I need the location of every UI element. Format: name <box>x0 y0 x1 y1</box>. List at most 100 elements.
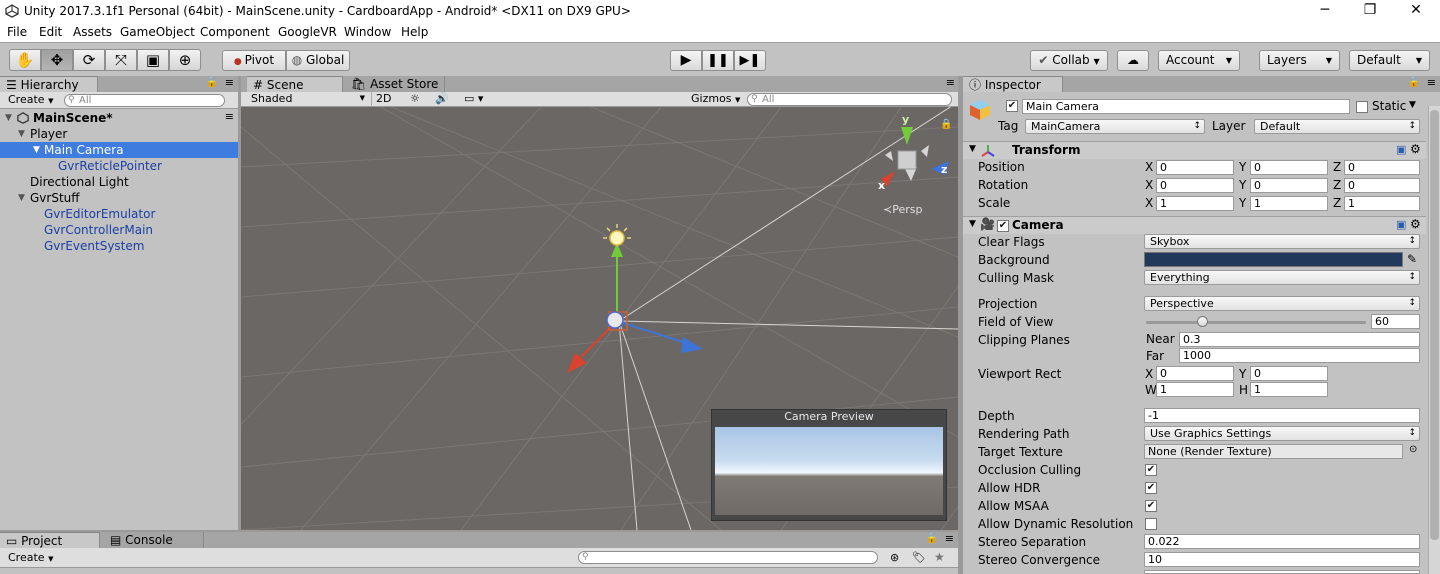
inspector-scrollbar[interactable] <box>1428 106 1440 574</box>
move-tool-icon[interactable]: ✥ <box>41 49 73 71</box>
menu-gameobject[interactable]: GameObject <box>120 25 195 39</box>
gear-icon[interactable]: ⚙ <box>1410 142 1421 156</box>
expand-arrow-icon[interactable]: ▼ <box>18 190 25 206</box>
gear-icon[interactable]: ⚙ <box>1410 217 1421 231</box>
allow-msaa-checkbox[interactable]: ✔ <box>1145 500 1157 512</box>
step-button[interactable]: ▶❚ <box>734 50 766 71</box>
static-dropdown-icon[interactable]: ▼ <box>1409 100 1416 110</box>
lock-icon[interactable]: 🔒 <box>1408 77 1420 88</box>
rotation-x-field[interactable]: 0 <box>1156 178 1234 193</box>
rotation-y-field[interactable]: 0 <box>1250 178 1328 193</box>
play-button[interactable]: ▶ <box>670 50 702 71</box>
scene-search-input[interactable]: ⚲ All <box>747 93 952 106</box>
menu-googlevr[interactable]: GoogleVR <box>278 25 337 39</box>
project-search-input[interactable]: ⚲ <box>578 551 878 564</box>
allow-hdr-checkbox[interactable]: ✔ <box>1145 482 1157 494</box>
minimize-button[interactable]: ─ <box>1302 0 1348 22</box>
lock-icon[interactable]: 🔒 <box>926 533 938 544</box>
viewport-h-field[interactable]: 1 <box>1250 382 1328 397</box>
tab-hierarchy[interactable]: ☰ Hierarchy <box>0 76 98 92</box>
scene-menu-icon[interactable]: ≡ <box>225 110 234 123</box>
cloud-button[interactable]: ☁ <box>1117 50 1149 71</box>
pause-button[interactable]: ❚❚ <box>702 50 734 71</box>
object-picker-icon[interactable]: ⊙ <box>1409 444 1417 455</box>
hierarchy-item-directional-light[interactable]: Directional Light <box>0 174 238 190</box>
pivot-button[interactable]: ● Pivot <box>222 50 286 71</box>
position-x-field[interactable]: 0 <box>1156 160 1234 175</box>
viewport-y-field[interactable]: 0 <box>1250 366 1328 381</box>
static-checkbox[interactable] <box>1356 101 1368 113</box>
audio-toggle-icon[interactable]: 🔊 <box>431 92 453 107</box>
expand-arrow-icon[interactable]: ▼ <box>33 142 40 158</box>
scene-view[interactable]: y z x 🔒 ≺Persp Camera Preview <box>241 107 958 530</box>
scrollbar-thumb[interactable] <box>1430 110 1439 540</box>
rotation-z-field[interactable]: 0 <box>1344 178 1420 193</box>
occlusion-culling-checkbox[interactable]: ✔ <box>1145 464 1157 476</box>
expand-arrow-icon[interactable]: ▼ <box>18 126 25 142</box>
rendering-path-dropdown[interactable]: Use Graphics Settings <box>1144 426 1420 441</box>
menu-assets[interactable]: Assets <box>73 25 112 39</box>
restore-button[interactable]: ❐ <box>1347 0 1393 22</box>
tab-project[interactable]: ▭ Project <box>0 532 100 548</box>
stereo-convergence-field[interactable]: 10 <box>1144 552 1420 567</box>
close-button[interactable]: ✕ <box>1393 0 1439 22</box>
global-button[interactable]: ◍ Global <box>286 50 350 71</box>
shading-mode-dropdown[interactable]: Shaded ▼ <box>247 92 367 107</box>
expand-arrow-icon[interactable]: ▼ <box>969 144 976 154</box>
hierarchy-item-gvr-controller-main[interactable]: GvrControllerMain <box>0 222 238 238</box>
clear-flags-dropdown[interactable]: Skybox <box>1144 234 1420 249</box>
object-name-field[interactable]: Main Camera <box>1022 99 1350 114</box>
help-icon[interactable]: ▣ <box>1396 218 1406 231</box>
camera-header[interactable]: ▼ 🎥 ✔ Camera ▣ ⚙ <box>963 216 1426 234</box>
hierarchy-item-gvr-event-system[interactable]: GvrEventSystem <box>0 238 238 254</box>
favorite-star-icon[interactable]: ★ <box>934 550 945 564</box>
stereo-separation-field[interactable]: 0.022 <box>1144 534 1420 549</box>
scale-x-field[interactable]: 1 <box>1156 196 1234 211</box>
panel-menu-icon[interactable]: ≡ <box>945 532 954 545</box>
scale-z-field[interactable]: 1 <box>1344 196 1420 211</box>
next-field-partial[interactable] <box>1144 570 1420 574</box>
menu-edit[interactable]: Edit <box>39 25 62 39</box>
scale-tool-icon[interactable]: ⤧ <box>105 49 137 71</box>
allow-dynamic-resolution-checkbox[interactable] <box>1145 518 1157 530</box>
hierarchy-item-gvrstuff[interactable]: ▼ GvrStuff <box>0 190 238 206</box>
gizmos-dropdown[interactable]: Gizmos ▼ <box>687 92 744 107</box>
menu-window[interactable]: Window <box>344 25 391 39</box>
effects-dropdown-icon[interactable]: ▭ ▾ <box>460 92 487 107</box>
transform-tool-icon[interactable]: ⊕ <box>169 49 201 71</box>
rotate-tool-icon[interactable]: ⟳ <box>73 49 105 71</box>
filter-label-icon[interactable]: 🏷 <box>912 551 926 564</box>
scene-root-row[interactable]: ▼ MainScene* ≡ <box>0 110 238 126</box>
target-texture-field[interactable]: None (Render Texture) <box>1144 444 1403 459</box>
tab-inspector[interactable]: ⓘ Inspector <box>963 76 1063 92</box>
panel-menu-icon[interactable]: ≡ <box>1427 76 1436 89</box>
far-field[interactable]: 1000 <box>1179 348 1420 363</box>
camera-enabled-checkbox[interactable]: ✔ <box>997 220 1009 232</box>
tab-console[interactable]: ▤ Console <box>104 532 204 548</box>
hierarchy-item-main-camera[interactable]: ▼ Main Camera <box>0 142 238 158</box>
tab-asset-store[interactable]: 🛍 Asset Store <box>345 76 445 92</box>
rect-tool-icon[interactable]: ▣ <box>137 49 169 71</box>
hierarchy-item-gvr-editor-emulator[interactable]: GvrEditorEmulator <box>0 206 238 222</box>
create-dropdown[interactable]: Create ▼ <box>4 551 57 566</box>
hand-tool-icon[interactable]: ✋ <box>9 49 41 71</box>
fov-slider-track[interactable] <box>1146 321 1366 324</box>
lighting-toggle-icon[interactable]: ☼ <box>406 92 424 107</box>
depth-field[interactable]: -1 <box>1144 408 1420 423</box>
layers-dropdown[interactable]: Layers ▼ <box>1259 50 1340 71</box>
layer-dropdown[interactable]: Default <box>1254 119 1420 134</box>
persp-toggle[interactable]: ≺Persp <box>883 203 922 216</box>
help-icon[interactable]: ▣ <box>1396 143 1406 156</box>
scale-y-field[interactable]: 1 <box>1250 196 1328 211</box>
filter-type-icon[interactable]: ⊛ <box>890 551 899 564</box>
hierarchy-search-input[interactable]: ⚲ All <box>64 94 225 107</box>
panel-menu-icon[interactable]: ≡ <box>946 76 955 89</box>
viewport-w-field[interactable]: 1 <box>1156 382 1234 397</box>
lock-icon[interactable]: 🔒 <box>206 77 218 88</box>
menu-component[interactable]: Component <box>200 25 270 39</box>
culling-mask-dropdown[interactable]: Everything <box>1144 270 1420 285</box>
gizmo-lock-icon[interactable]: 🔒 <box>940 119 952 130</box>
fov-field[interactable]: 60 <box>1371 314 1420 329</box>
eyedropper-icon[interactable]: ✎ <box>1407 252 1417 266</box>
expand-arrow-icon[interactable]: ▼ <box>969 219 976 229</box>
